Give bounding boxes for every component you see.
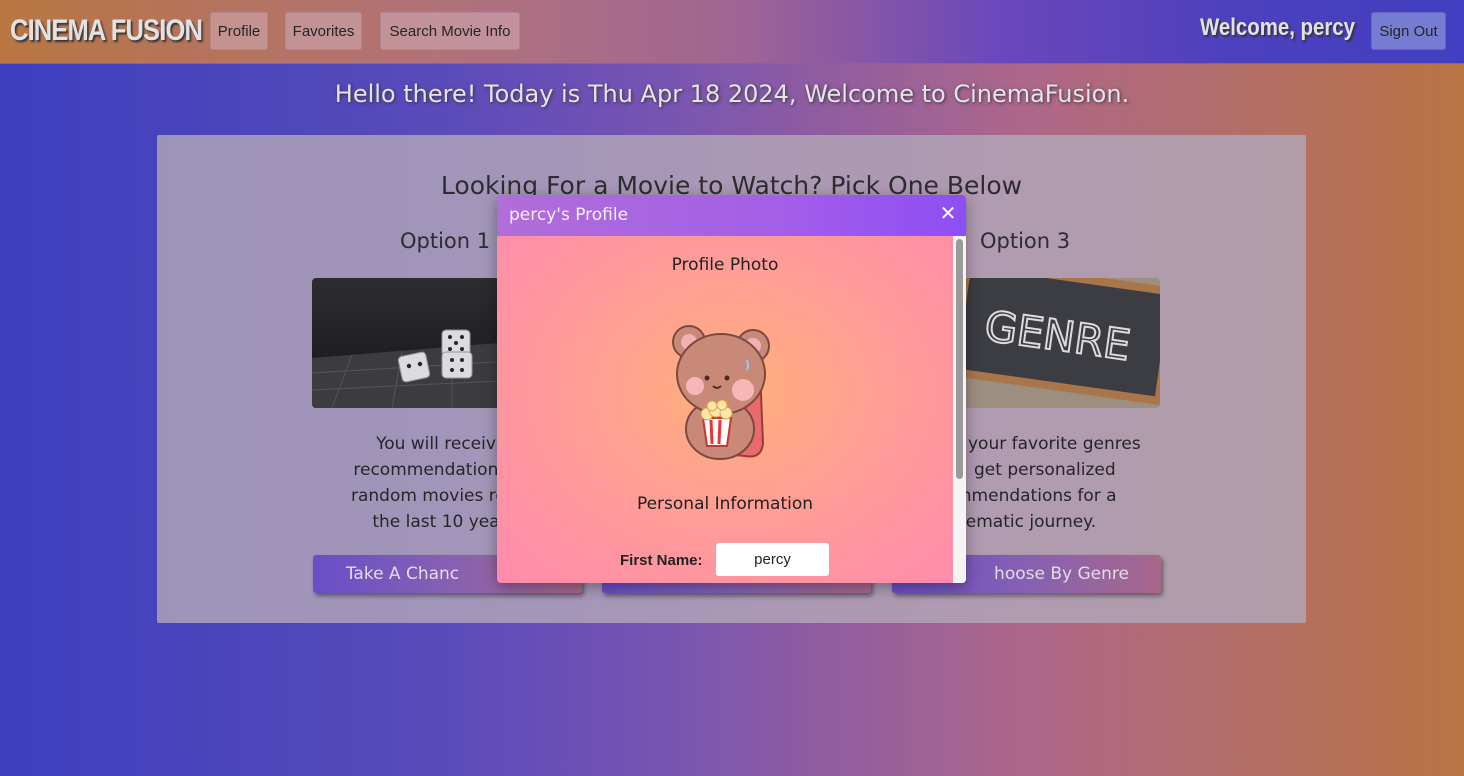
close-icon[interactable]: ✕ (936, 201, 960, 227)
description-line: mmendations for a (955, 486, 1117, 506)
welcome-text: Welcome, percy (1200, 14, 1355, 41)
brand-logo[interactable]: CINEMA FUSION (10, 14, 203, 48)
scrollbar-thumb[interactable] (956, 239, 963, 479)
greeting-text: Hello there! Today is Thu Apr 18 2024, W… (334, 80, 1130, 108)
button-label: Take A Chanc (345, 564, 460, 584)
option-1-title: Option 1 (400, 229, 491, 253)
option-3-description: your favorite genres get personalized mm… (955, 431, 1155, 535)
personal-info-label: Personal Information (636, 494, 814, 514)
favorites-button[interactable]: Favorites (285, 12, 362, 50)
search-movie-info-button[interactable]: Search Movie Info (380, 12, 520, 50)
description-line: nematic journey. (955, 512, 1097, 532)
description-line: your favorite genres (968, 434, 1141, 454)
profile-modal: percy's Profile ✕ Profile Photo Personal… (497, 195, 966, 583)
first-name-field[interactable]: percy (716, 543, 829, 576)
bear-popcorn-avatar-icon[interactable] (665, 314, 785, 464)
top-navbar: CINEMA FUSION Profile Favorites Search M… (0, 0, 1464, 64)
description-line: get personalized (974, 460, 1116, 480)
modal-header: percy's Profile ✕ (497, 195, 966, 236)
modal-body: Profile Photo Personal Information (497, 236, 966, 583)
sign-out-button[interactable]: Sign Out (1371, 12, 1446, 50)
button-label: hoose By Genre (994, 564, 1129, 584)
first-name-label: First Name: (620, 552, 703, 569)
profile-photo-label: Profile Photo (671, 255, 779, 275)
profile-button[interactable]: Profile (210, 12, 268, 50)
option-3-title: Option 3 (980, 229, 1071, 253)
modal-title: percy's Profile (509, 205, 629, 225)
